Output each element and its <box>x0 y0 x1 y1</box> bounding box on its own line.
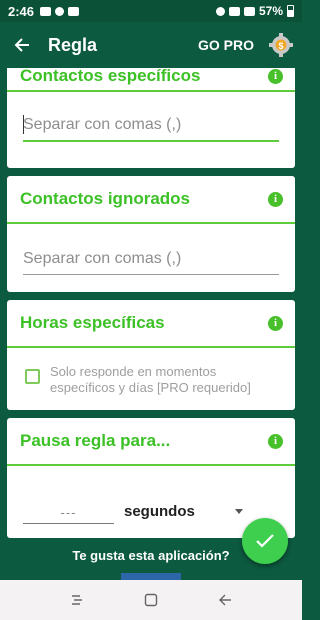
specific-hours-label: Solo responde en momentos específicos y … <box>50 364 251 395</box>
card-specific-contacts: Contactos específicos i <box>7 68 295 168</box>
specific-hours-option[interactable]: Solo responde en momentos específicos y … <box>7 348 295 396</box>
info-icon[interactable]: i <box>268 433 283 449</box>
info-icon[interactable]: i <box>268 191 283 207</box>
home-button[interactable] <box>133 582 169 618</box>
back-arrow-icon[interactable] <box>0 22 44 68</box>
card-pause-rule: Pausa regla para... i --- segundos <box>7 418 295 538</box>
specific-contacts-input[interactable] <box>23 112 279 142</box>
status-time: 2:46 <box>8 3 35 19</box>
signal-icon <box>243 6 255 16</box>
pause-unit-label: segundos <box>124 503 195 520</box>
home-icon <box>144 593 158 607</box>
go-pro-button[interactable]: GO PRO <box>198 37 254 53</box>
card-title-specific-contacts: Contactos específicos <box>20 68 201 85</box>
pause-duration-input[interactable]: --- <box>23 505 114 524</box>
mail-icon <box>68 6 80 16</box>
specific-hours-checkbox[interactable] <box>25 369 40 384</box>
card-title-pause-rule: Pausa regla para... <box>20 431 171 450</box>
card-title-specific-hours: Horas específicas <box>20 313 165 332</box>
ignored-contacts-input[interactable] <box>23 246 279 275</box>
card-header: Contactos específicos i <box>7 68 295 92</box>
info-icon[interactable]: i <box>268 68 283 84</box>
info-icon[interactable]: i <box>268 315 283 331</box>
check-icon <box>256 534 274 548</box>
wifi-icon <box>228 6 240 16</box>
card-ignored-contacts: Contactos ignorados i <box>7 176 295 292</box>
system-icons: 57% <box>215 4 294 18</box>
footer-tab-indicator <box>121 573 181 580</box>
save-fab[interactable] <box>242 518 288 564</box>
battery-icon <box>287 5 294 17</box>
page-title: Regla <box>48 34 98 55</box>
voicemail-icon <box>55 6 65 16</box>
recents-icon <box>72 595 82 605</box>
alarm-icon <box>215 6 225 16</box>
battery-percent: 57% <box>258 4 283 18</box>
status-bar: 2:46 57% <box>0 0 302 22</box>
card-header: Contactos ignorados i <box>7 176 295 224</box>
text-caret <box>23 115 24 134</box>
svg-text:$: $ <box>278 41 283 51</box>
recent-apps-button[interactable] <box>59 582 95 618</box>
card-title-ignored-contacts: Contactos ignorados <box>20 189 191 208</box>
notification-icons <box>40 6 80 16</box>
card-header: Horas específicas i <box>7 300 295 348</box>
card-header: Pausa regla para... i <box>7 418 295 466</box>
system-nav-bar <box>0 580 302 620</box>
card-specific-hours: Horas específicas i Solo responde en mom… <box>7 300 295 410</box>
back-button[interactable] <box>207 582 243 618</box>
rule-form: Contactos específicos i Contactos ignora… <box>0 68 302 580</box>
back-icon <box>219 594 231 606</box>
message-icon <box>40 6 52 16</box>
app-bar: Regla GO PRO $ <box>0 22 302 68</box>
gear-icon[interactable]: $ <box>268 32 294 58</box>
pause-unit-dropdown[interactable]: segundos <box>124 503 243 524</box>
chevron-down-icon <box>234 509 243 514</box>
